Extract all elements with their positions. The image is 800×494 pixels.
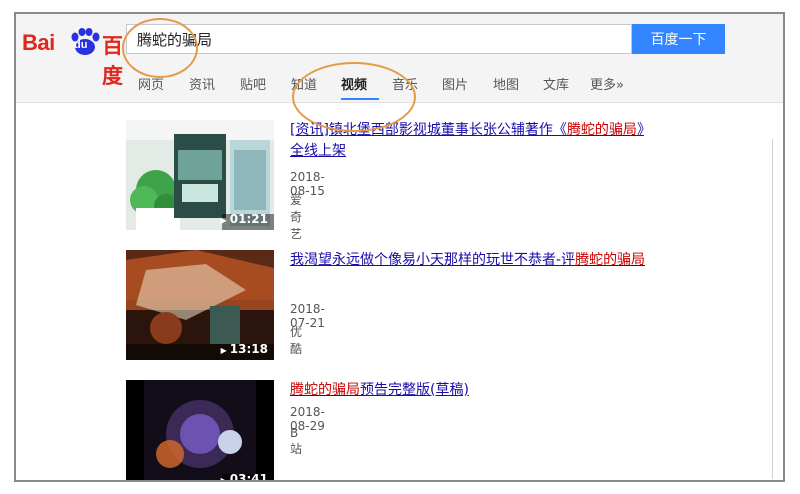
- search-button[interactable]: 百度一下: [632, 24, 725, 54]
- result-source: 爱奇艺: [290, 193, 303, 241]
- video-thumbnail[interactable]: 01:21: [126, 120, 274, 230]
- logo-bai-text: Bai: [22, 30, 55, 55]
- title-highlight: 腾蛇的骗局: [290, 382, 360, 398]
- browser-frame: Bai du 百度 百度一下 网页 资讯 贴吧 知道 视频 音乐 图片 地图 文…: [14, 12, 785, 482]
- video-duration: 13:18: [221, 342, 268, 356]
- logo-cn-text: 百度: [102, 34, 123, 88]
- title-highlight: 腾蛇: [575, 252, 604, 268]
- result-title-link[interactable]: 我渴望永远做个像易小天那样的玩世不恭者-评腾蛇的骗局: [290, 250, 650, 271]
- title-text: 我渴望永远做个像易小天那样的玩世不恭者-评: [290, 252, 576, 268]
- title-highlight: 的骗局: [603, 252, 646, 268]
- annotation-circle: [292, 62, 416, 132]
- tab-map[interactable]: 地图: [493, 74, 519, 93]
- tab-images[interactable]: 图片: [442, 74, 468, 93]
- tab-wenku[interactable]: 文库: [543, 74, 569, 93]
- result-source: B站: [290, 426, 303, 456]
- tab-more[interactable]: 更多»: [590, 74, 624, 93]
- search-box: [126, 24, 632, 54]
- video-thumbnail[interactable]: 13:18: [126, 250, 274, 360]
- divider: [772, 139, 773, 479]
- search-input[interactable]: [127, 25, 617, 53]
- title-highlight: 骗局: [608, 122, 637, 138]
- tab-news[interactable]: 资讯: [189, 74, 215, 93]
- video-thumbnail[interactable]: 03:41: [126, 380, 274, 480]
- tab-tieba[interactable]: 贴吧: [240, 74, 266, 93]
- video-duration: 01:21: [221, 212, 268, 226]
- title-highlight: 腾蛇的: [566, 122, 609, 138]
- thumbnail-image: [126, 380, 274, 480]
- video-duration: 03:41: [221, 472, 268, 480]
- result-title-link[interactable]: 腾蛇的骗局预告完整版(草稿): [290, 380, 650, 401]
- result-source: 优酷: [290, 325, 303, 356]
- logo-du-text: du: [74, 39, 88, 51]
- title-text: 预告完整版(草稿): [360, 382, 469, 398]
- annotation-circle: [122, 18, 198, 78]
